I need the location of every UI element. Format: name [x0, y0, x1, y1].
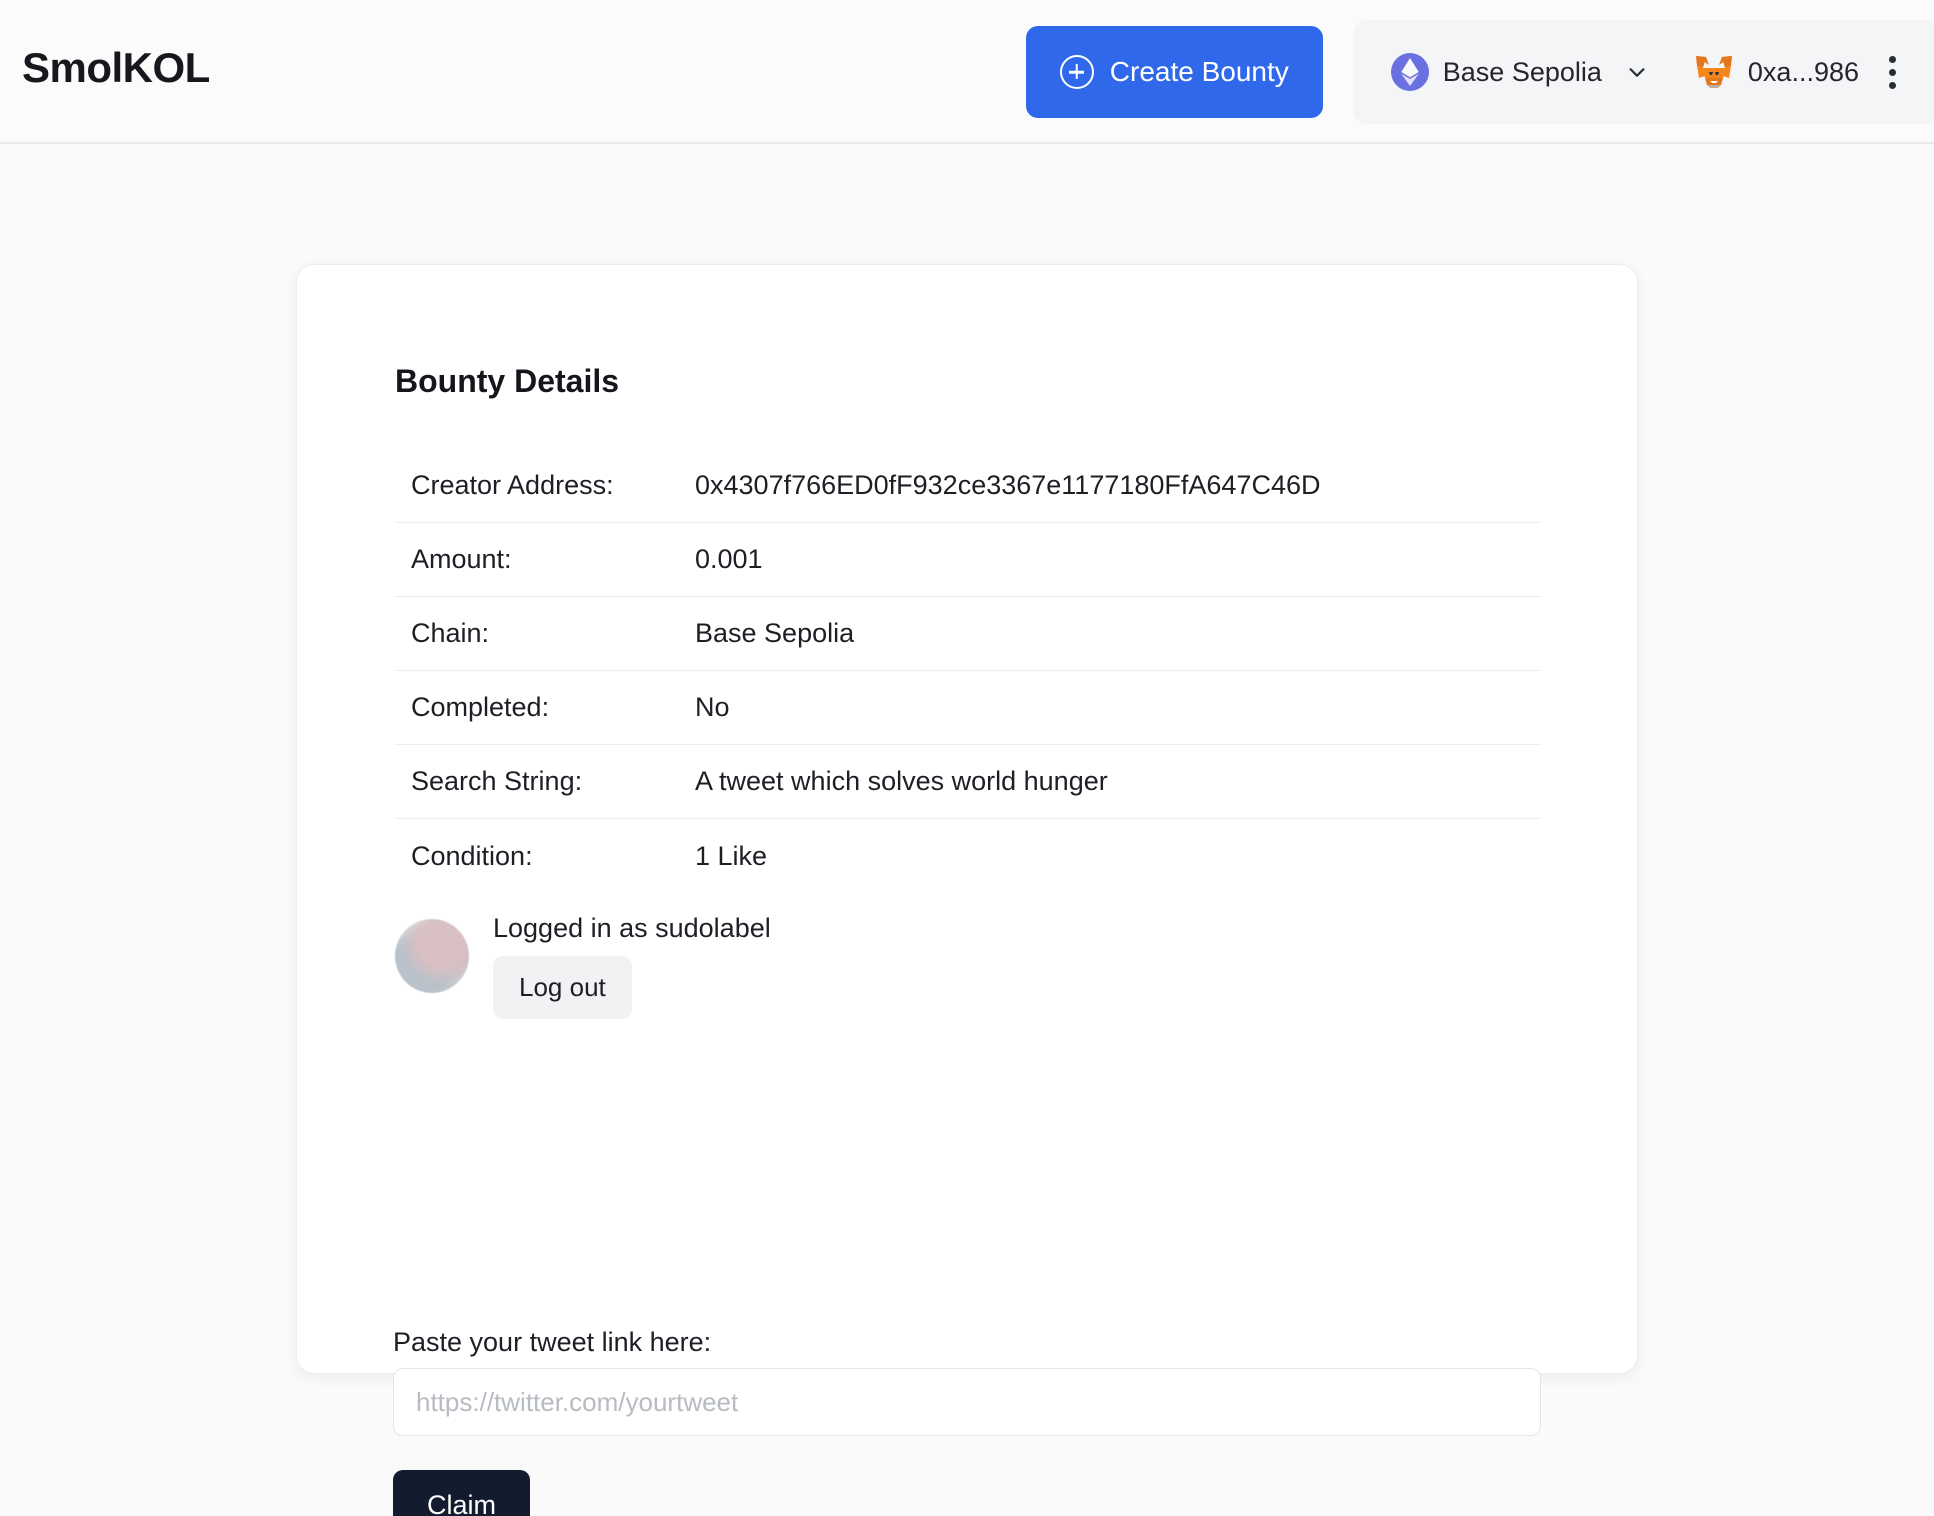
detail-value-amount: 0.001: [695, 544, 763, 574]
kebab-dot: [1889, 55, 1896, 63]
logout-button[interactable]: Log out: [493, 956, 632, 1019]
tweet-link-input[interactable]: [393, 1368, 1541, 1436]
table-row: Amount: 0.001: [395, 523, 1541, 597]
account-text-group: Logged in as sudolabel Log out: [493, 913, 771, 1019]
table-row: Condition: 1 Like: [395, 819, 1541, 893]
claim-button[interactable]: Claim: [393, 1470, 531, 1516]
detail-value-creator-address: 0x4307f766ED0fF932ce3367e1177180FfA647C4…: [695, 470, 1321, 500]
table-row: Completed: No: [395, 671, 1541, 745]
detail-label: Search String:: [411, 766, 583, 796]
detail-label: Creator Address:: [411, 470, 614, 500]
avatar: [395, 919, 469, 993]
detail-label: Chain:: [411, 618, 490, 648]
account-section: Logged in as sudolabel Log out: [395, 913, 771, 1019]
chevron-down-icon: [1629, 68, 1645, 77]
detail-value-chain: Base Sepolia: [695, 618, 855, 648]
page-title: Bounty Details: [395, 363, 620, 399]
bounty-details-table: Creator Address: 0x4307f766ED0fF932ce336…: [395, 449, 1541, 893]
chain-name-label: Base Sepolia: [1442, 56, 1602, 87]
detail-label: Condition:: [411, 840, 533, 871]
chain-selector[interactable]: Base Sepolia: [1381, 53, 1658, 91]
app-logo: SmolKOL: [22, 44, 210, 91]
create-bounty-button[interactable]: Create Bounty: [1025, 26, 1323, 118]
detail-value-completed: No: [695, 692, 730, 722]
detail-value-search-string: A tweet which solves world hunger: [695, 766, 1108, 796]
detail-value-condition: 1 Like: [695, 840, 768, 871]
kebab-dot: [1889, 81, 1896, 89]
detail-label: Completed:: [411, 692, 550, 722]
app-header: SmolKOL Create Bounty Base Sepolia 0xa..…: [0, 0, 1934, 144]
app-page: SmolKOL Create Bounty Base Sepolia 0xa..…: [0, 0, 1934, 1516]
table-row: Chain: Base Sepolia: [395, 597, 1541, 671]
header-actions: Create Bounty Base Sepolia 0xa...986: [1025, 0, 1934, 144]
account-button[interactable]: 0xa...986: [1658, 54, 1867, 90]
plus-circle-icon: [1059, 55, 1094, 89]
table-row: Creator Address: 0x4307f766ED0fF932ce336…: [395, 449, 1541, 523]
wallet-bar: Base Sepolia 0xa...986: [1352, 20, 1934, 124]
table-row: Search String: A tweet which solves worl…: [395, 745, 1541, 819]
bounty-details-card: Bounty Details Creator Address: 0x4307f7…: [296, 264, 1638, 1516]
more-menu-icon[interactable]: [1867, 44, 1912, 101]
ethereum-icon: [1390, 53, 1429, 91]
tweet-link-label: Paste your tweet link here:: [393, 1327, 712, 1357]
metamask-fox-icon: [1695, 56, 1732, 88]
kebab-dot: [1889, 68, 1896, 76]
detail-label: Amount:: [411, 544, 512, 574]
create-bounty-label: Create Bounty: [1109, 56, 1289, 87]
account-address-label: 0xa...986: [1747, 56, 1859, 87]
logged-in-status: Logged in as sudolabel: [493, 913, 771, 943]
